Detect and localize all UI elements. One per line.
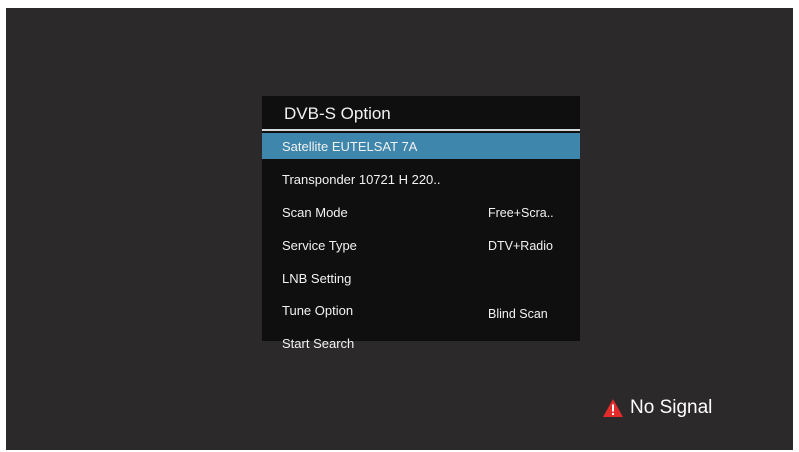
no-signal-indicator: No Signal — [602, 396, 712, 420]
menu-item-scan-mode[interactable]: Scan Mode Free+Scra.. — [262, 200, 580, 226]
menu-title: DVB-S Option — [284, 104, 391, 123]
menu-item-label: Satellite EUTELSAT 7A — [282, 139, 418, 154]
title-divider — [262, 129, 580, 131]
menu-item-start-search[interactable]: Start Search — [262, 332, 580, 358]
menu-item-lnb-setting[interactable]: LNB Setting — [262, 266, 580, 292]
menu-item-tune-option[interactable]: Tune Option Blind Scan — [262, 299, 580, 325]
menu-item-service-type[interactable]: Service Type DTV+Radio — [262, 233, 580, 259]
menu-item-label: Transponder 10721 H 220.. — [282, 172, 441, 187]
menu-item-label: Start Search — [282, 336, 355, 351]
dvbs-option-menu: DVB-S Option Satellite EUTELSAT 7A Trans… — [262, 96, 580, 351]
menu-item-value: DTV+Radio — [488, 239, 553, 253]
menu-item-value: Free+Scra.. — [488, 206, 554, 220]
no-signal-text: No Signal — [630, 397, 713, 418]
menu-item-label: Tune Option — [282, 303, 354, 318]
menu-item-label: Service Type — [282, 238, 357, 253]
menu-item-transponder[interactable]: Transponder 10721 H 220.. — [262, 167, 580, 193]
menu-item-label: LNB Setting — [282, 271, 352, 286]
menu-item-satellite[interactable]: Satellite EUTELSAT 7A — [262, 133, 580, 159]
warning-triangle-icon — [603, 399, 623, 417]
menu-item-value: Blind Scan — [488, 307, 548, 321]
menu-item-label: Scan Mode — [282, 205, 348, 220]
